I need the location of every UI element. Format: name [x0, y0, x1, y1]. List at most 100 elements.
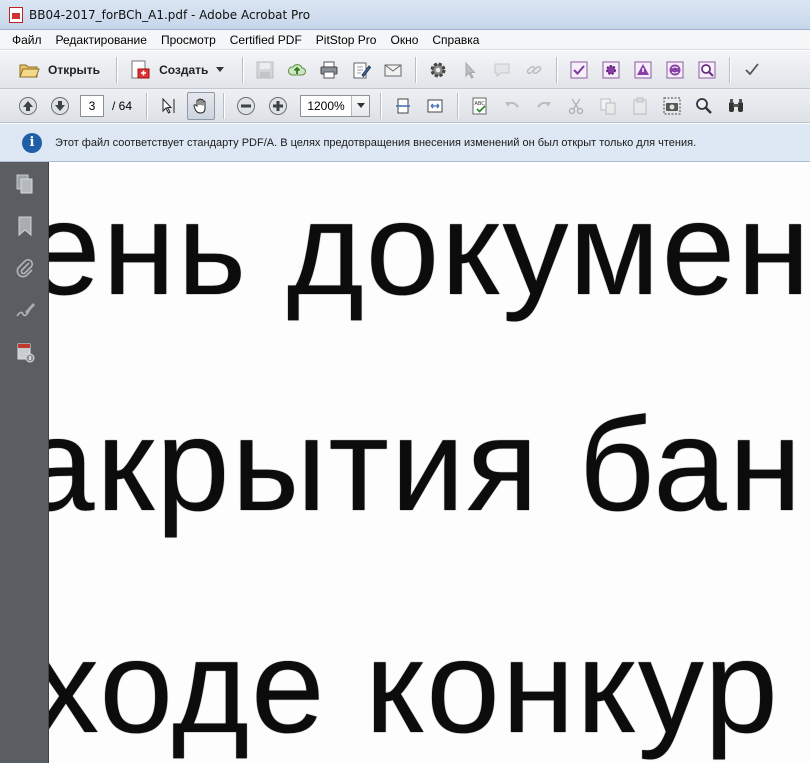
title-bar: BB04-2017_forBCh_A1.pdf - Adobe Acrobat …: [0, 0, 810, 30]
open-button[interactable]: Открыть: [12, 56, 106, 84]
comment-icon: [494, 63, 510, 77]
plus-circle-icon: [269, 96, 288, 115]
menu-file[interactable]: Файл: [5, 33, 49, 47]
find-button[interactable]: [690, 92, 718, 120]
binoculars-icon: [729, 98, 744, 112]
check-icon: [745, 62, 760, 75]
paste-button[interactable]: [626, 92, 654, 120]
toolbar-separator: [380, 92, 382, 119]
chevron-down-icon[interactable]: [351, 95, 370, 116]
pdfa-info-bar: i Этот файл соответствует стандарту PDF/…: [0, 124, 810, 162]
camera-icon: [663, 97, 681, 114]
chevron-down-icon: [216, 67, 225, 72]
undo-icon: [505, 101, 519, 108]
attachments-button[interactable]: [14, 256, 36, 280]
advanced-search-button[interactable]: [722, 92, 750, 120]
preflight-warning-button[interactable]: [629, 56, 657, 84]
link-button[interactable]: [520, 56, 548, 84]
document-edit-icon: [353, 62, 372, 78]
copy-icon: [600, 98, 616, 114]
link-chain-icon: [527, 65, 542, 74]
menu-certified-pdf[interactable]: Certified PDF: [223, 33, 309, 47]
printer-icon: [320, 61, 338, 78]
settings-button[interactable]: [424, 56, 452, 84]
fit-width-icon: [427, 99, 443, 112]
preflight-gear-icon: [602, 61, 620, 78]
signature-pen-icon: [16, 303, 35, 317]
navigation-pane: [0, 162, 49, 763]
toolbar-separator: [223, 92, 225, 119]
document-text-line: ходе конкур: [49, 613, 780, 760]
toolbar-separator: [242, 56, 244, 83]
menu-help[interactable]: Справка: [425, 33, 486, 47]
save-button[interactable]: [251, 56, 279, 84]
comment-button[interactable]: [488, 56, 516, 84]
clipboard-icon: [633, 97, 647, 114]
globe-icon: [666, 61, 684, 78]
save-disk-icon: [256, 61, 274, 78]
page-number-input[interactable]: 3: [80, 94, 104, 117]
fit-page-width-button[interactable]: [421, 92, 449, 120]
document-text-line: ень докумен: [49, 175, 810, 322]
check-preflight-button[interactable]: [565, 56, 593, 84]
fit-page-height-button[interactable]: [389, 92, 417, 120]
email-button[interactable]: [379, 56, 407, 84]
info-icon: i: [22, 132, 42, 153]
zoom-select[interactable]: 1200%: [300, 94, 371, 117]
menu-view[interactable]: Просмотр: [154, 33, 223, 47]
signatures-button[interactable]: [14, 298, 36, 322]
select-text-tool-button[interactable]: [155, 92, 183, 120]
scissors-icon: [568, 98, 584, 114]
cut-button[interactable]: [562, 92, 590, 120]
page-thumbnails-button[interactable]: [14, 172, 36, 196]
edit-document-button[interactable]: [347, 56, 375, 84]
menu-window[interactable]: Окно: [383, 33, 425, 47]
standards-button[interactable]: [14, 340, 36, 364]
redo-button[interactable]: [530, 92, 558, 120]
undo-button[interactable]: [498, 92, 526, 120]
page-count: / 64: [112, 98, 133, 113]
menu-edit[interactable]: Редактирование: [49, 33, 154, 47]
zoom-in-button[interactable]: [264, 92, 292, 120]
minus-circle-icon: [237, 96, 256, 115]
next-page-button[interactable]: [46, 92, 74, 120]
document-text-line: акрытия бан: [49, 391, 804, 538]
checkmark-icon: [570, 61, 588, 78]
zoom-value: 1200%: [307, 98, 345, 113]
create-pdf-icon: [131, 60, 150, 78]
open-button-label: Открыть: [48, 62, 101, 77]
preflight-web-button[interactable]: [661, 56, 689, 84]
spell-check-button[interactable]: ABC: [466, 92, 494, 120]
zoom-out-button[interactable]: [232, 92, 260, 120]
copy-button[interactable]: [594, 92, 622, 120]
hand-icon: [193, 98, 206, 114]
upload-cloud-button[interactable]: [283, 56, 311, 84]
warning-icon: [634, 61, 652, 78]
acrobat-pdf-icon: [9, 6, 23, 23]
preflight-settings-button[interactable]: [597, 56, 625, 84]
select-tool-button[interactable]: [456, 56, 484, 84]
snapshot-button[interactable]: [658, 92, 686, 120]
document-view[interactable]: ень докумен акрытия бан ходе конкур: [49, 162, 810, 763]
envelope-icon: [384, 64, 402, 76]
toolbar-separator: [116, 56, 118, 83]
hand-tool-button[interactable]: [187, 91, 216, 120]
toolbar-separator: [729, 56, 731, 83]
paperclip-icon: [16, 258, 34, 278]
create-button[interactable]: Создать: [123, 56, 230, 84]
pages-icon: [16, 174, 33, 194]
preflight-inspect-button[interactable]: [693, 56, 721, 84]
toolbar-separator: [457, 92, 459, 119]
print-button[interactable]: [315, 56, 343, 84]
previous-page-button[interactable]: [14, 92, 42, 120]
spellcheck-icon: ABC: [472, 97, 487, 114]
toolbar-separator: [146, 92, 148, 119]
arrow-cursor-icon: [465, 61, 477, 79]
window-title: BB04-2017_forBCh_A1.pdf - Adobe Acrobat …: [29, 7, 311, 22]
gear-icon: [430, 62, 446, 77]
menu-pitstop-pro[interactable]: PitStop Pro: [309, 33, 384, 47]
bookmarks-button[interactable]: [14, 214, 36, 238]
search-icon: [696, 97, 712, 114]
more-tools-button[interactable]: [738, 56, 766, 84]
create-button-label: Создать: [159, 62, 209, 77]
